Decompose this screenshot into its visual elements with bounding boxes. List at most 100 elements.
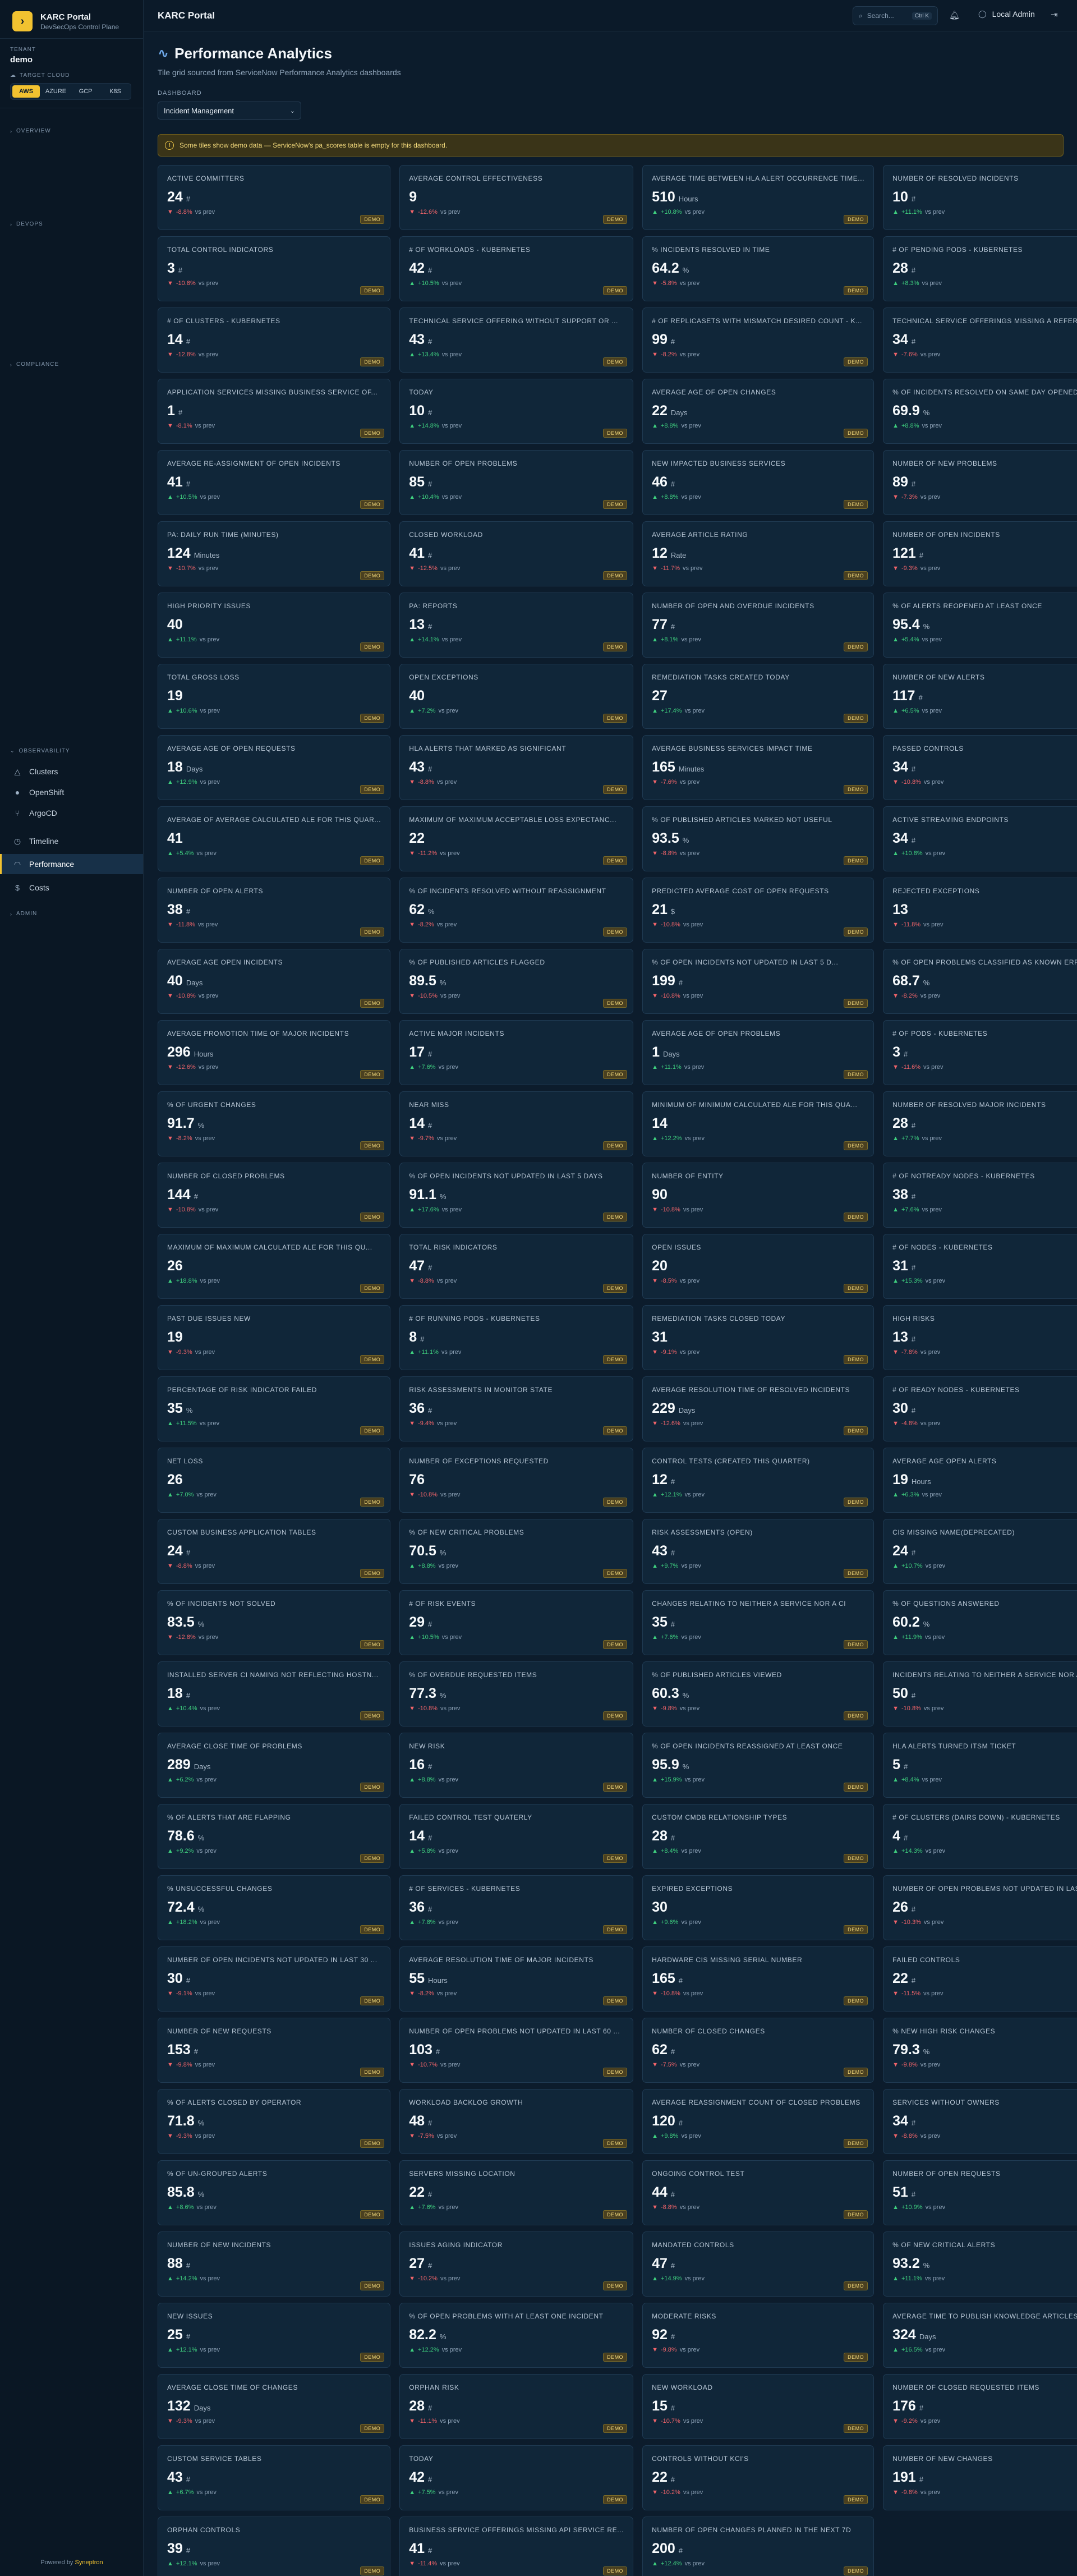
metric-tile[interactable]: # OF CLUSTERS (DAIRS DOWN) - KUBERNETES 4…	[883, 1804, 1077, 1869]
metric-tile[interactable]: HIGH PRIORITY ISSUES 40 ▲ +11.1% vs prev DEMO	[158, 593, 391, 658]
metric-tile[interactable]: # OF PODS - KUBERNETES3#▼-11.6%vs prevDE…	[883, 1020, 1077, 1085]
brand[interactable]: › KARC Portal DevSecOps Control Plane	[0, 0, 143, 33]
metric-tile[interactable]: % OF OPEN PROBLEMS CLASSIFIED AS KNOWN E…	[883, 949, 1077, 1014]
metric-tile[interactable]: PA: DAILY RUN TIME (MINUTES) 124 Minutes ▼ -…	[158, 521, 391, 586]
metric-tile[interactable]: % OF QUESTIONS ANSWERED 60.2% ▲ +11.9% vs pr…	[883, 1590, 1077, 1655]
metric-tile[interactable]: NUMBER OF RESOLVED MAJOR INCIDENTS 28 # ▲ +7…	[883, 1091, 1077, 1156]
metric-tile[interactable]: RISK ASSESSMENTS (OPEN) 43 # ▲ +9.7% vs prev D…	[642, 1519, 875, 1584]
logout-icon[interactable]: ⇥	[1051, 10, 1058, 20]
sidebar-item-clusters[interactable]: △ Clusters	[0, 761, 143, 782]
metric-tile[interactable]: NUMBER OF OPEN PROBLEMS 85 # ▲ +10.4% vs prev…	[399, 450, 634, 515]
nav-section-devops[interactable]: › DEVOPS	[10, 221, 43, 227]
metric-tile[interactable]: PASSED CONTROLS34#▼-10.8%vs prevDEMO	[883, 735, 1077, 800]
metric-tile[interactable]: AVERAGE PROMOTION TIME OF MAJOR INCIDENT…	[158, 1020, 391, 1085]
metric-tile[interactable]: NEW IMPACTED BUSINESS SERVICES 46 # ▲ +8.8% v…	[642, 450, 875, 515]
metric-tile[interactable]: NUMBER OF NEW REQUESTS 153 # ▼ -9.8% vs prev D…	[158, 2018, 391, 2083]
metric-tile[interactable]: NUMBER OF CLOSED CHANGES 62 # ▼ -7.5% vs prev…	[642, 2018, 875, 2083]
metric-tile[interactable]: APPLICATION SERVICES MISSING BUSINESS SE…	[158, 379, 391, 444]
metric-tile[interactable]: AVERAGE RE-ASSIGNMENT OF OPEN INCIDENTS 4…	[158, 450, 391, 515]
metric-tile[interactable]: % OF PUBLISHED ARTICLES MARKED NOT USEFU…	[642, 806, 875, 871]
metric-tile[interactable]: TODAY 42 # ▲ +7.5% vs prev DEMO	[399, 2445, 634, 2510]
metric-tile[interactable]: # OF NOTREADY NODES - KUBERNETES 38 # ▲ +7.6…	[883, 1163, 1077, 1228]
metric-tile[interactable]: WORKLOAD BACKLOG GROWTH 48 # ▼ -7.5% vs prev D…	[399, 2089, 634, 2154]
metric-tile[interactable]: NUMBER OF OPEN AND OVERDUE INCIDENTS 77 # ▲…	[642, 593, 875, 658]
metric-tile[interactable]: NUMBER OF NEW INCIDENTS 88 # ▲ +14.2% vs prev…	[158, 2231, 391, 2297]
metric-tile[interactable]: CUSTOM CMDB RELATIONSHIP TYPES 28 # ▲ +8.4% v…	[642, 1804, 875, 1869]
metric-tile[interactable]: NUMBER OF NEW ALERTS117#▲+6.5%vs prevDEM…	[883, 664, 1077, 729]
metric-tile[interactable]: NUMBER OF CLOSED PROBLEMS 144 # ▼ -10.8% vs p…	[158, 1163, 391, 1228]
metric-tile[interactable]: ORPHAN CONTROLS 39 # ▲ +12.1% vs prev DEMO	[158, 2517, 391, 2576]
metric-tile[interactable]: % OF UN-GROUPED ALERTS 85.8% ▲ +8.6% vs prev…	[158, 2160, 391, 2225]
metric-tile[interactable]: AVERAGE AGE OF OPEN CHANGES 22 Days ▲ +8.8% v…	[642, 379, 875, 444]
metric-tile[interactable]: HLA ALERTS TURNED ITSM TICKET 5 # ▲ +8.4% vs …	[883, 1733, 1077, 1798]
metric-tile[interactable]: # OF RISK EVENTS 29 # ▲ +10.5% vs prev DEMO	[399, 1590, 634, 1655]
cloud-option-azure[interactable]: AZURE	[42, 85, 70, 98]
metric-tile[interactable]: CHANGES RELATING TO NEITHER A SERVICE NO…	[642, 1590, 875, 1655]
metric-tile[interactable]: # OF SERVICES - KUBERNETES 36 # ▲ +7.8% vs pr…	[399, 1875, 634, 1940]
sidebar-item-argocd[interactable]: ⑂ ArgoCD	[0, 803, 143, 823]
metric-tile[interactable]: NUMBER OF OPEN PROBLEMS NOT UPDATED IN L…	[883, 1875, 1077, 1940]
metric-tile[interactable]: # OF REPLICASETS WITH MISMATCH DESIRED C…	[642, 307, 875, 373]
user-menu[interactable]: ◯ Local Admin	[978, 10, 1035, 19]
metric-tile[interactable]: REJECTED EXCEPTIONS13▼-11.8%vs prevDEMO	[883, 878, 1077, 943]
metric-tile[interactable]: FAILED CONTROL TEST QUATERLY 14 # ▲ +5.8% vs …	[399, 1804, 634, 1869]
cloud-option-k8s[interactable]: K8S	[102, 85, 129, 98]
cloud-option-gcp[interactable]: GCP	[72, 85, 99, 98]
powered-by-link[interactable]: Syneptron	[75, 2559, 103, 2566]
nav-section-observability[interactable]: ⌄ OBSERVABILITY	[10, 748, 70, 754]
sidebar-item-timeline[interactable]: ◷ Timeline	[0, 831, 143, 851]
metric-tile[interactable]: ISSUES AGING INDICATOR 27 # ▼ -10.2% vs prev D…	[399, 2231, 634, 2297]
metric-tile[interactable]: NEAR MISS 14 # ▼ -9.7% vs prev DEMO	[399, 1091, 634, 1156]
metric-tile[interactable]: AVERAGE OF AVERAGE CALCULATED ALE FOR TH…	[158, 806, 391, 871]
nav-section-overview[interactable]: › OVERVIEW	[10, 128, 51, 134]
search-input[interactable]: ⌕ Search... Ctrl K	[853, 6, 938, 25]
metric-tile[interactable]: INSTALLED SERVER CI NAMING NOT REFLECTIN…	[158, 1661, 391, 1726]
metric-tile[interactable]: CLOSED WORKLOAD 41 # ▼ -12.5% vs prev DEMO	[399, 521, 634, 586]
metric-tile[interactable]: CONTROLS WITHOUT KCI'S 22 # ▼ -10.2% vs prev D…	[642, 2445, 875, 2510]
metric-tile[interactable]: AVERAGE RESOLUTION TIME OF RESOLVED INCI…	[642, 1376, 875, 1441]
metric-tile[interactable]: NUMBER OF NEW CHANGES191#▼-9.8%vs prevDE…	[883, 2445, 1077, 2510]
metric-tile[interactable]: AVERAGE RESOLUTION TIME OF MAJOR INCIDEN…	[399, 1946, 634, 2012]
nav-section-admin[interactable]: › ADMIN	[10, 911, 37, 917]
metric-tile[interactable]: AVERAGE REASSIGNMENT COUNT OF CLOSED PRO…	[642, 2089, 875, 2154]
metric-tile[interactable]: NUMBER OF OPEN ALERTS 38 # ▼ -11.8% vs prev DE…	[158, 878, 391, 943]
metric-tile[interactable]: # OF CLUSTERS - KUBERNETES 14 # ▼ -12.8% vs p…	[158, 307, 391, 373]
metric-tile[interactable]: SERVICES WITHOUT OWNERS34#▼-8.8%vs prevD…	[883, 2089, 1077, 2154]
metric-tile[interactable]: NUMBER OF OPEN CHANGES PLANNED IN THE NE…	[642, 2517, 875, 2576]
metric-tile[interactable]: REMEDIATION TASKS CREATED TODAY 27 ▲ +17.4%…	[642, 664, 875, 729]
metric-tile[interactable]: TODAY 10 # ▲ +14.8% vs prev DEMO	[399, 379, 634, 444]
metric-tile[interactable]: OPEN ISSUES 20 ▼ -8.5% vs prev DEMO	[642, 1234, 875, 1299]
metric-tile[interactable]: TOTAL GROSS LOSS 19 ▲ +10.6% vs prev DEMO	[158, 664, 391, 729]
metric-tile[interactable]: NUMBER OF RESOLVED INCIDENTS 10 # ▲ +11.1% vs…	[883, 165, 1077, 230]
metric-tile[interactable]: CONTROL TESTS (CREATED THIS QUARTER) 12 # ▲…	[642, 1448, 875, 1513]
metric-tile[interactable]: AVERAGE AGE OF OPEN PROBLEMS 1 Days ▲ +11.1%…	[642, 1020, 875, 1085]
metric-tile[interactable]: MAXIMUM OF MAXIMUM CALCULATED ALE FOR TH…	[158, 1234, 391, 1299]
sidebar-item-costs[interactable]: $ Costs	[0, 878, 143, 898]
metric-tile[interactable]: TOTAL RISK INDICATORS 47 # ▼ -8.8% vs prev DEM…	[399, 1234, 634, 1299]
metric-tile[interactable]: EXPIRED EXCEPTIONS 30 ▲ +9.6% vs prev DEMO	[642, 1875, 875, 1940]
metric-tile[interactable]: PERCENTAGE OF RISK INDICATOR FAILED 35% ▲ +…	[158, 1376, 391, 1441]
metric-tile[interactable]: AVERAGE BUSINESS SERVICES IMPACT TIME 165…	[642, 735, 875, 800]
metric-tile[interactable]: AVERAGE CLOSE TIME OF CHANGES 132 Days ▼ -9.…	[158, 2374, 391, 2439]
metric-tile[interactable]: # OF RUNNING PODS - KUBERNETES 8 # ▲ +11.1% v…	[399, 1305, 634, 1370]
metric-tile[interactable]: INCIDENTS RELATING TO NEITHER A SERVICE …	[883, 1661, 1077, 1726]
metric-tile[interactable]: HLA ALERTS THAT MARKED AS SIGNIFICANT 43 #…	[399, 735, 634, 800]
metric-tile[interactable]: RISK ASSESSMENTS IN MONITOR STATE 36 # ▼ -9.…	[399, 1376, 634, 1441]
metric-tile[interactable]: ACTIVE MAJOR INCIDENTS 17 # ▲ +7.6% vs prev DE…	[399, 1020, 634, 1085]
metric-tile[interactable]: # OF PENDING PODS - KUBERNETES 28 # ▲ +8.3% v…	[883, 236, 1077, 301]
metric-tile[interactable]: % OF PUBLISHED ARTICLES VIEWED 60.3% ▼ -9.8…	[642, 1661, 875, 1726]
sidebar-item-performance[interactable]: ◠ Performance	[0, 854, 143, 874]
metric-tile[interactable]: NUMBER OF OPEN INCIDENTS NOT UPDATED IN …	[158, 1946, 391, 2012]
metric-tile[interactable]: PAST DUE ISSUES NEW 19 ▼ -9.3% vs prev DEMO	[158, 1305, 391, 1370]
metric-tile[interactable]: MANDATED CONTROLS 47 # ▲ +14.9% vs prev DEMO	[642, 2231, 875, 2297]
metric-tile[interactable]: NUMBER OF CLOSED REQUESTED ITEMS 176 # ▼ -9.…	[883, 2374, 1077, 2439]
metric-tile[interactable]: PREDICTED AVERAGE COST OF OPEN REQUESTS 2…	[642, 878, 875, 943]
metric-tile[interactable]: % OF OPEN INCIDENTS REASSIGNED AT LEAST …	[642, 1733, 875, 1798]
nav-section-compliance[interactable]: › COMPLIANCE	[10, 361, 59, 368]
metric-tile[interactable]: CIS MISSING NAME(DEPRECATED) 24 # ▲ +10.7% vs…	[883, 1519, 1077, 1584]
metric-tile[interactable]: SERVERS MISSING LOCATION 22 # ▲ +7.6% vs prev…	[399, 2160, 634, 2225]
metric-tile[interactable]: % OF URGENT CHANGES 91.7% ▼ -8.2% vs prev DEM…	[158, 1091, 391, 1156]
metric-tile[interactable]: ONGOING CONTROL TEST 44 # ▼ -8.8% vs prev DEMO	[642, 2160, 875, 2225]
sidebar-item-openshift[interactable]: ● OpenShift	[0, 782, 143, 802]
metric-tile[interactable]: AVERAGE TIME TO PUBLISH KNOWLEDGE ARTICL…	[883, 2303, 1077, 2368]
